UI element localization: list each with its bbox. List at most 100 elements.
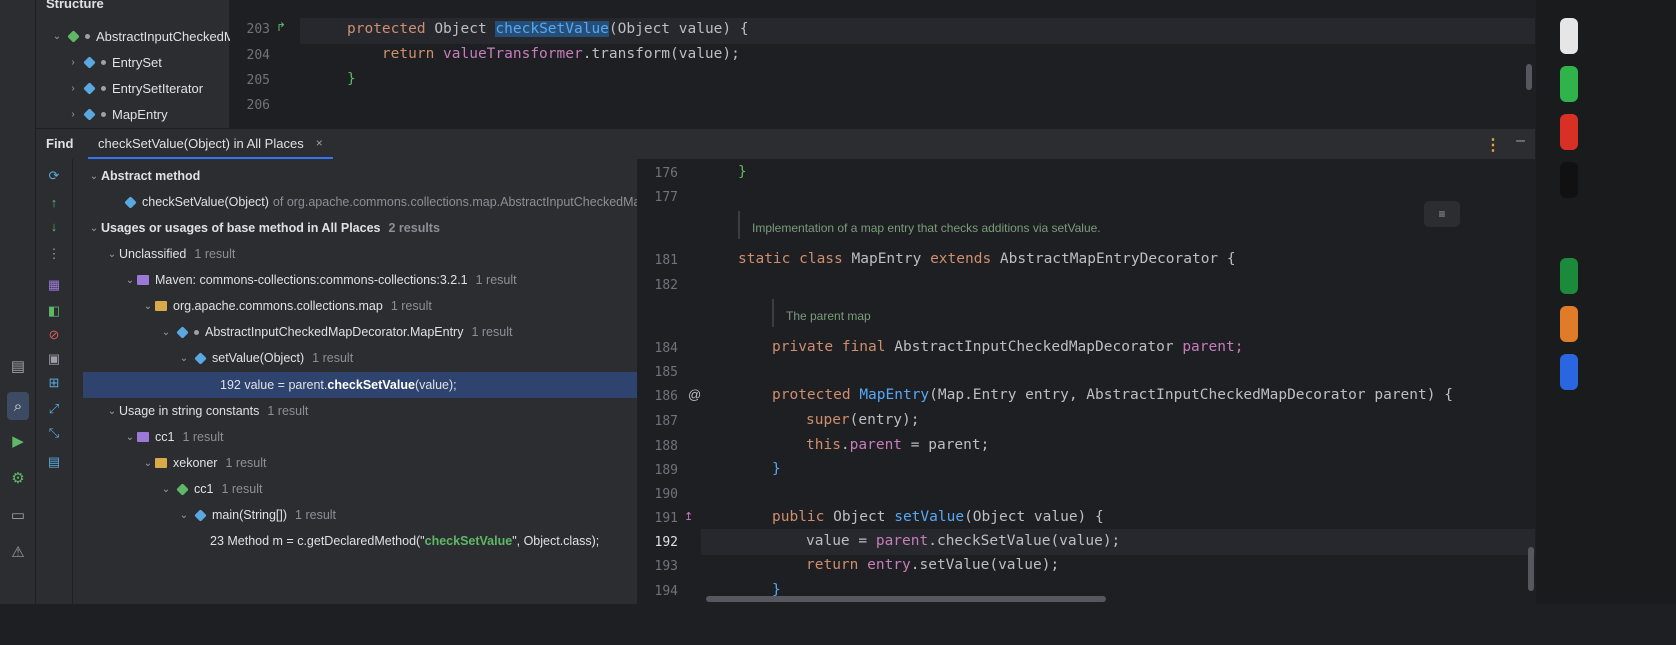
node-label: Maven: commons-collections:commons-colle… (155, 273, 468, 287)
result-count: 1 result (182, 430, 224, 444)
chevron-right-icon[interactable]: › (66, 83, 80, 94)
tree-node-string-constants[interactable]: ⌄ Usage in string constants 1 result (73, 398, 637, 424)
structure-item-root[interactable]: ⌄ AbstractInputCheckedM (50, 25, 235, 47)
tree-node-usages[interactable]: ⌄ Usages or usages of base method in All… (73, 215, 637, 241)
top-editor-scrollbar[interactable] (1526, 64, 1532, 90)
app-icon[interactable] (1560, 258, 1578, 294)
line-number: 190 (654, 487, 678, 502)
chevron-down-icon[interactable]: ⌄ (141, 458, 155, 469)
run-icon[interactable]: ▶ (7, 430, 29, 452)
more-icon[interactable]: ⋮ (44, 244, 64, 264)
group-by-icon[interactable]: ▦ (44, 275, 64, 295)
minimize-icon[interactable]: – (1516, 132, 1525, 150)
line-number: 181 (654, 253, 678, 268)
expand-all-icon[interactable]: ⤢ (44, 399, 64, 419)
find-tool-icon[interactable]: ⌕ (7, 392, 29, 420)
chevron-down-icon[interactable]: ⌄ (141, 301, 155, 312)
node-label: checkSetValue(Object) (142, 195, 269, 209)
structure-item-entrysetiterator[interactable]: › EntrySetIterator (66, 77, 203, 99)
tree-node-class[interactable]: ⌄ AbstractInputCheckedMapDecorator.MapEn… (73, 319, 637, 345)
exclude-icon[interactable]: ⊘ (44, 325, 64, 345)
chevron-down-icon[interactable]: ⌄ (177, 353, 191, 364)
chevron-down-icon[interactable]: ⌄ (105, 406, 119, 417)
result-count: 1 result (312, 351, 354, 365)
chevron-down-icon[interactable]: ⌄ (50, 31, 64, 42)
preview-scrollbar[interactable] (1528, 547, 1534, 591)
app-icon[interactable] (1560, 162, 1578, 198)
library-icon (137, 275, 149, 285)
chevron-right-icon[interactable]: › (66, 57, 80, 68)
app-icon[interactable] (1560, 354, 1578, 390)
tree-node-xekoner[interactable]: ⌄ xekoner 1 result (73, 450, 637, 476)
override-icon[interactable]: ↱ (276, 20, 286, 34)
usage-match: checkSetValue (327, 378, 415, 392)
result-count: 1 result (225, 456, 267, 470)
chevron-down-icon[interactable]: ⌄ (123, 432, 137, 443)
rerun-icon[interactable]: ⟳ (44, 166, 64, 186)
chevron-down-icon[interactable]: ⌄ (159, 484, 173, 495)
chevron-down-icon[interactable]: ⌄ (177, 510, 191, 521)
tab-find-results[interactable]: checkSetValue(Object) in All Places × (88, 129, 333, 159)
tab-label: checkSetValue(Object) in All Places (98, 135, 304, 151)
tree-node-cc1-module[interactable]: ⌄ cc1 1 result (73, 424, 637, 450)
code-line-176: } (738, 164, 747, 180)
code-line-189: } (772, 461, 781, 477)
code-line-193: return entry.setValue(value); (806, 557, 1060, 573)
tree-node-cc1-class[interactable]: ⌄ cc1 1 result (73, 476, 637, 502)
terminal-icon[interactable]: ▭ (7, 504, 29, 526)
structure-item-label: MapEntry (112, 106, 168, 122)
chevron-down-icon[interactable]: ⌄ (87, 171, 101, 182)
app-icon[interactable] (1560, 114, 1578, 150)
line-number: 203 (246, 22, 270, 37)
tree-node-package[interactable]: ⌄ org.apache.commons.collections.map 1 r… (73, 293, 637, 319)
right-dock (1536, 0, 1676, 604)
tree-node-main-usage-line[interactable]: 23 Method m = c.getDeclaredMethod(" check… (73, 528, 637, 554)
next-occurrence-icon[interactable]: ↓ (44, 216, 64, 236)
preview-editor[interactable]: 176 177 181 182 184 185 186 187 188 189 190 191 192 1… (638, 159, 1535, 604)
code-line-188: this.parent = parent; (806, 437, 990, 453)
preview-horizontal-scrollbar[interactable] (706, 596, 1106, 602)
structure-item-mapentry[interactable]: › MapEntry (66, 103, 168, 125)
previous-occurrence-icon[interactable]: ↑ (44, 192, 64, 212)
app-icon[interactable] (1560, 306, 1578, 342)
code-line-181: static class MapEntry extends AbstractMa… (738, 251, 1236, 267)
chevron-right-icon[interactable]: › (66, 109, 80, 120)
structure-item-entryset[interactable]: › EntrySet (66, 51, 162, 73)
services-icon[interactable]: ⚙ (7, 467, 29, 489)
reader-mode-icon[interactable]: ≡ (1424, 201, 1460, 227)
more-options-icon[interactable]: ⋮ (1485, 135, 1501, 155)
app-icon[interactable] (1560, 18, 1578, 54)
node-label: Usages or usages of base method in All P… (101, 221, 381, 235)
line-number: 189 (654, 463, 678, 478)
usage-suffix: ", Object.class); (512, 534, 600, 548)
override-marker[interactable]: @ (688, 387, 701, 402)
tree-node-main[interactable]: ⌄ main(String[]) 1 result (73, 502, 637, 528)
merge-icon[interactable]: ▣ (44, 349, 64, 369)
find-results-tree: ⌄ Abstract method checkSetValue(Object) … (73, 159, 637, 604)
tree-node-unclassified[interactable]: ⌄ Unclassified 1 result (73, 241, 637, 267)
tree-node-maven[interactable]: ⌄ Maven: commons-collections:commons-col… (73, 267, 637, 293)
chevron-down-icon[interactable]: ⌄ (159, 327, 173, 338)
export-icon[interactable]: ⊞ (44, 373, 64, 393)
bookmarks-icon[interactable]: ▤ (7, 355, 29, 377)
tree-node-usage-line-selected[interactable]: 192 value = parent. checkSetValue (value); (83, 372, 637, 398)
result-count: 1 result (221, 482, 263, 496)
collapse-all-icon[interactable]: ⤡ (44, 423, 64, 443)
visibility-icon (101, 59, 106, 65)
overriding-method-icon[interactable]: ↥ (684, 510, 693, 523)
chevron-down-icon[interactable]: ⌄ (123, 275, 137, 286)
node-suffix: of org.apache.commons.collections.map.Ab… (272, 195, 637, 209)
problems-icon[interactable]: ⚠ (7, 541, 29, 563)
top-editor[interactable]: 203 ↱ 204 205 206 protected Object check… (230, 0, 1535, 128)
tree-node-method[interactable]: ⌄ setValue(Object) 1 result (73, 345, 637, 371)
tree-node-abstract-method[interactable]: ⌄ Abstract method (73, 163, 637, 189)
chevron-down-icon[interactable]: ⌄ (105, 249, 119, 260)
close-icon[interactable]: × (316, 136, 323, 150)
open-in-tab-icon[interactable]: ▤ (44, 452, 64, 472)
preview-icon[interactable]: ◧ (44, 301, 64, 321)
visibility-icon (101, 111, 106, 117)
chevron-down-icon[interactable]: ⌄ (87, 223, 101, 234)
class-icon (176, 325, 189, 339)
app-icon[interactable] (1560, 66, 1578, 102)
tree-node-abstract-item[interactable]: checkSetValue(Object) of org.apache.comm… (73, 189, 637, 215)
